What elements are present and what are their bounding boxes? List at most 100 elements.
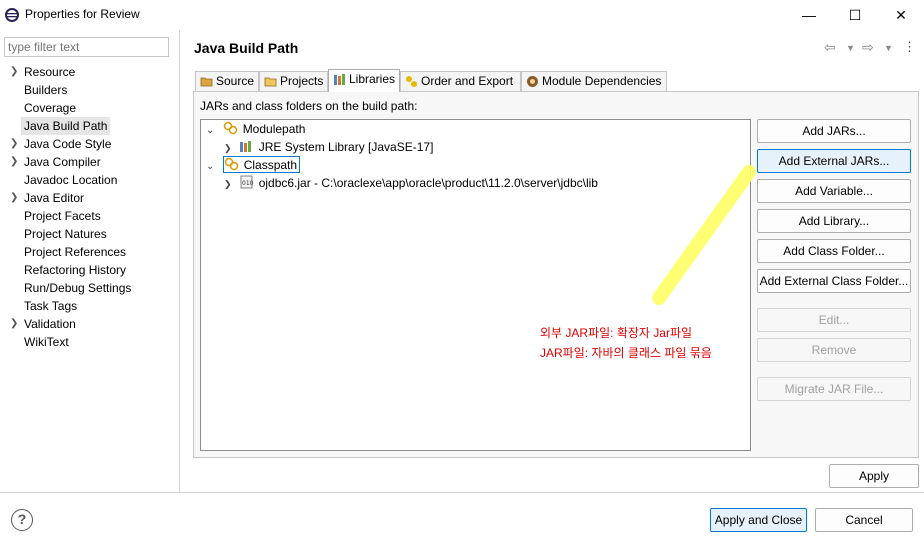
edit-button[interactable]: Edit... <box>757 308 911 332</box>
sidebar-item-label: Refactoring History <box>24 263 127 277</box>
add-external-jars-button[interactable]: Add External JARs... <box>757 149 911 173</box>
add-variable-button[interactable]: Add Variable... <box>757 179 911 203</box>
sidebar-item-java-build-path[interactable]: Java Build Path <box>21 117 111 135</box>
tab-source[interactable]: Source <box>195 71 259 91</box>
sidebar-item-label: WikiText <box>24 335 69 349</box>
tree-node-label: Classpath <box>243 158 298 172</box>
sidebar-item-validation[interactable]: ❯ Validation <box>10 315 76 333</box>
sidebar-item-label: Builders <box>24 83 68 97</box>
chevron-right-icon[interactable]: ❯ <box>10 315 18 333</box>
sidebar-item-javadoc-location[interactable]: Javadoc Location <box>24 171 117 189</box>
add-class-folder-button[interactable]: Add Class Folder... <box>757 239 911 263</box>
tab-module-dependencies[interactable]: Module Dependencies <box>521 71 667 91</box>
sidebar-item-label: Run/Debug Settings <box>24 281 132 295</box>
back-arrow-icon[interactable]: ⇦ <box>824 39 836 56</box>
chevron-down-icon[interactable]: ⌄ <box>206 122 220 140</box>
chevron-right-icon[interactable]: ❯ <box>224 175 236 193</box>
tree-node-jre[interactable]: ❯ JRE System Library [JavaSE-17] <box>224 138 433 156</box>
annotation-line-1: 외부 JAR파일: 확장자 Jar파일 <box>540 326 693 340</box>
page-title: Java Build Path <box>194 40 299 56</box>
eclipse-app-icon <box>5 8 19 22</box>
tree-node-label: JRE System Library [JavaSE-17] <box>258 140 434 154</box>
sidebar-item-java-editor[interactable]: ❯ Java Editor <box>10 189 85 207</box>
sidebar-item-label: Validation <box>24 317 76 331</box>
tree-node-label: ojdbc6.jar - C:\oraclexe\app\oracle\prod… <box>258 176 598 190</box>
sidebar-item-wikitext[interactable]: WikiText <box>24 333 69 351</box>
tree-node-label: Modulepath <box>242 122 306 136</box>
sidebar-item-java-compiler[interactable]: ❯ Java Compiler <box>10 153 101 171</box>
modulepath-icon <box>224 121 238 135</box>
chevron-right-icon[interactable]: ❯ <box>10 135 18 153</box>
module-icon <box>527 76 538 87</box>
classpath-icon <box>225 157 239 171</box>
forward-dropdown-icon[interactable]: ▼ <box>884 43 893 53</box>
sidebar-item-label: Java Code Style <box>24 137 112 151</box>
window-title: Properties for Review <box>25 7 140 21</box>
sidebar-item-label: Java Compiler <box>24 155 101 169</box>
order-export-icon <box>406 76 417 87</box>
minimize-button[interactable]: — <box>786 0 832 30</box>
sidebar-item-label: Project Natures <box>24 227 107 241</box>
sidebar-item-label: Task Tags <box>24 299 78 313</box>
tab-label: Module Dependencies <box>542 74 662 88</box>
chevron-down-icon[interactable]: ⌄ <box>206 158 220 176</box>
sidebar-item-refactoring-history[interactable]: Refactoring History <box>24 261 126 279</box>
sidebar-item-run-debug-settings[interactable]: Run/Debug Settings <box>24 279 131 297</box>
libraries-icon <box>334 74 345 85</box>
sidebar-item-label: Resource <box>24 65 76 79</box>
tab-label: Libraries <box>349 72 396 86</box>
library-icon <box>240 141 252 152</box>
classpath-selection: Classpath <box>223 156 301 173</box>
sidebar-item-project-natures[interactable]: Project Natures <box>24 225 107 243</box>
maximize-button[interactable]: ☐ <box>832 0 878 30</box>
sidebar-item-java-code-style[interactable]: ❯ Java Code Style <box>10 135 112 153</box>
tree-node-ojdbc-jar[interactable]: ❯ 010 ojdbc6.jar - C:\oraclexe\app\oracl… <box>224 174 598 192</box>
filter-input[interactable] <box>4 37 169 57</box>
sidebar-item-coverage[interactable]: Coverage <box>24 99 76 117</box>
tree-node-classpath[interactable]: ⌄ Classpath <box>206 156 301 176</box>
back-dropdown-icon[interactable]: ▼ <box>846 43 855 53</box>
sidebar-item-label: Project References <box>24 245 127 259</box>
remove-button[interactable]: Remove <box>757 338 911 362</box>
sidebar-item-label: Java Build Path <box>24 119 108 133</box>
apply-button[interactable]: Apply <box>829 464 919 488</box>
tab-label: Order and Export <box>421 74 514 88</box>
build-path-caption: JARs and class folders on the build path… <box>200 99 418 113</box>
cancel-button[interactable]: Cancel <box>815 508 913 532</box>
add-library-button[interactable]: Add Library... <box>757 209 911 233</box>
source-folder-icon <box>200 77 213 87</box>
projects-folder-icon <box>264 77 277 87</box>
sidebar-item-task-tags[interactable]: Task Tags <box>24 297 77 315</box>
tab-label: Projects <box>280 74 324 88</box>
forward-arrow-icon[interactable]: ⇨ <box>862 39 874 56</box>
jar-file-icon: 010 <box>240 175 254 189</box>
svg-text:010: 010 <box>242 180 254 187</box>
sidebar-item-builders[interactable]: Builders <box>24 81 67 99</box>
chevron-right-icon[interactable]: ❯ <box>10 63 18 81</box>
tab-order-and-export[interactable]: Order and Export <box>400 71 521 91</box>
migrate-jar-button[interactable]: Migrate JAR File... <box>757 377 911 401</box>
chevron-right-icon[interactable]: ❯ <box>10 153 18 171</box>
highlighter-stroke <box>652 165 756 305</box>
footer-divider <box>0 492 924 493</box>
add-external-class-folder-button[interactable]: Add External Class Folder... <box>757 269 911 293</box>
sidebar-item-label: Javadoc Location <box>24 173 118 187</box>
apply-and-close-button[interactable]: Apply and Close <box>710 508 807 532</box>
add-jars-button[interactable]: Add JARs... <box>757 119 911 143</box>
close-button[interactable]: ✕ <box>878 0 924 30</box>
help-icon[interactable]: ? <box>11 509 33 531</box>
tab-label: Source <box>216 74 255 88</box>
tab-libraries[interactable]: Libraries <box>328 69 400 92</box>
sidebar-item-resource[interactable]: ❯ Resource <box>10 63 76 81</box>
title-bar: Properties for Review — ☐ ✕ <box>0 0 924 30</box>
tab-projects[interactable]: Projects <box>259 71 328 91</box>
sidebar-item-project-references[interactable]: Project References <box>24 243 126 261</box>
sidebar-item-project-facets[interactable]: Project Facets <box>24 207 101 225</box>
chevron-right-icon[interactable]: ❯ <box>224 139 236 157</box>
annotation-line-2: JAR파일: 자바의 클래스 파일 묶음 <box>540 346 712 360</box>
tree-node-modulepath[interactable]: ⌄ Modulepath <box>206 120 305 138</box>
more-options-icon[interactable]: ⋮ <box>903 39 916 55</box>
sidebar-item-label: Project Facets <box>24 209 101 223</box>
sidebar-item-label: Java Editor <box>24 191 85 205</box>
chevron-right-icon[interactable]: ❯ <box>10 189 18 207</box>
